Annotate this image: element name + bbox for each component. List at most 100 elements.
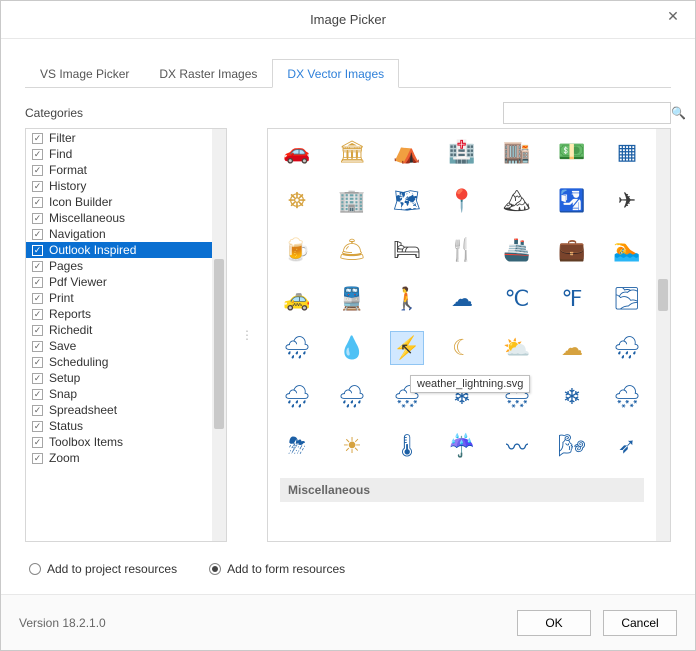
checkbox-icon[interactable]: ✓	[32, 261, 43, 272]
category-item[interactable]: ✓Filter	[26, 130, 212, 146]
checkbox-icon[interactable]: ✓	[32, 357, 43, 368]
tab-0[interactable]: VS Image Picker	[25, 59, 144, 87]
category-item[interactable]: ✓Outlook Inspired	[26, 242, 212, 258]
store-icon[interactable]: 🏬	[500, 135, 534, 169]
partly-cloud-night-icon[interactable]: ☁	[555, 331, 589, 365]
checkbox-icon[interactable]: ✓	[32, 453, 43, 464]
checkbox-icon[interactable]: ✓	[32, 197, 43, 208]
waves-icon[interactable]: 〰	[500, 429, 534, 463]
ship-icon[interactable]: 🚢	[500, 233, 534, 267]
plane-icon[interactable]: ✈	[610, 184, 644, 218]
rain-heavy-icon[interactable]: 🌧	[610, 331, 644, 365]
dish-icon[interactable]: 🛎	[335, 233, 369, 267]
snow3-icon[interactable]: ❄	[555, 380, 589, 414]
beer-icon[interactable]: 🍺	[280, 233, 314, 267]
mountain-icon[interactable]: 🏔	[500, 184, 534, 218]
checkbox-icon[interactable]: ✓	[32, 405, 43, 416]
category-item[interactable]: ✓Reports	[26, 306, 212, 322]
radio-add-form[interactable]: Add to form resources	[209, 562, 345, 576]
checkbox-icon[interactable]: ✓	[32, 149, 43, 160]
checkbox-icon[interactable]: ✓	[32, 213, 43, 224]
reserved-icon[interactable]: ▦	[610, 135, 644, 169]
tent-icon[interactable]: ⛺	[390, 135, 424, 169]
checkbox-icon[interactable]: ✓	[32, 309, 43, 320]
checkbox-icon[interactable]: ✓	[32, 373, 43, 384]
map-icon[interactable]: 🗺	[390, 184, 424, 218]
category-item[interactable]: ✓Find	[26, 146, 212, 162]
category-item[interactable]: ✓Icon Builder	[26, 194, 212, 210]
category-item[interactable]: ✓Snap	[26, 386, 212, 402]
pin-icon[interactable]: 📍	[445, 184, 479, 218]
checkbox-icon[interactable]: ✓	[32, 181, 43, 192]
column-icon[interactable]: 🏛	[335, 135, 369, 169]
category-item[interactable]: ✓Navigation	[26, 226, 212, 242]
category-item[interactable]: ✓Pdf Viewer	[26, 274, 212, 290]
tab-1[interactable]: DX Raster Images	[144, 59, 272, 87]
sun-icon[interactable]: ☀	[335, 429, 369, 463]
briefcase-icon[interactable]: 💼	[555, 233, 589, 267]
snow4-icon[interactable]: 🌨	[610, 380, 644, 414]
drizzle-icon[interactable]: 🌧	[280, 380, 314, 414]
drop-icon[interactable]: 💧	[335, 331, 369, 365]
swim-icon[interactable]: 🏊	[610, 233, 644, 267]
wind-icon[interactable]: 🌬	[555, 429, 589, 463]
checkbox-icon[interactable]: ✓	[32, 133, 43, 144]
tab-2[interactable]: DX Vector Images	[272, 59, 399, 88]
storm-icon[interactable]: ⛈	[280, 429, 314, 463]
search-box[interactable]: 🔍	[503, 102, 671, 124]
category-item[interactable]: ✓Miscellaneous	[26, 210, 212, 226]
fahrenheit-icon[interactable]: ℉	[555, 282, 589, 316]
cutlery-icon[interactable]: 🍴	[445, 233, 479, 267]
icon-scrollbar[interactable]	[656, 129, 670, 541]
splitter[interactable]: ⋮	[243, 128, 251, 542]
hospital-icon[interactable]: 🏥	[445, 135, 479, 169]
icon-scroll-thumb[interactable]	[658, 279, 668, 311]
category-item[interactable]: ✓Format	[26, 162, 212, 178]
car-icon[interactable]: 🚗	[280, 135, 314, 169]
money-icon[interactable]: 💵	[555, 135, 589, 169]
checkbox-icon[interactable]: ✓	[32, 389, 43, 400]
category-item[interactable]: ✓Save	[26, 338, 212, 354]
checkbox-icon[interactable]: ✓	[32, 341, 43, 352]
showers-icon[interactable]: 🌧	[335, 380, 369, 414]
cancel-button[interactable]: Cancel	[603, 610, 677, 636]
category-item[interactable]: ✓Setup	[26, 370, 212, 386]
moon-icon[interactable]: ☾	[445, 331, 479, 365]
category-item[interactable]: ✓Print	[26, 290, 212, 306]
radio-button-project[interactable]	[29, 563, 41, 575]
category-item[interactable]: ✓Toolbox Items	[26, 434, 212, 450]
checkbox-icon[interactable]: ✓	[32, 245, 43, 256]
radio-add-project[interactable]: Add to project resources	[29, 562, 177, 576]
category-item[interactable]: ✓Richedit	[26, 322, 212, 338]
category-item[interactable]: ✓Scheduling	[26, 354, 212, 370]
category-item[interactable]: ✓Pages	[26, 258, 212, 274]
ship-wheel-icon[interactable]: ☸	[280, 184, 314, 218]
taxi-icon[interactable]: 🚕	[280, 282, 314, 316]
celsius-icon[interactable]: ℃	[500, 282, 534, 316]
bed-icon[interactable]: 🛏	[390, 233, 424, 267]
icon-grid[interactable]: 🚗🏛⛺🏥🏬💵▦☸🏢🗺📍🏔🛂✈🍺🛎🛏🍴🚢💼🏊🚕🚆🚶☁℃℉🌫🌧💧⚡☾⛅☁🌧🌧🌧🌨❄🌨…	[268, 129, 656, 541]
radio-button-form[interactable]	[209, 563, 221, 575]
categories-list[interactable]: ✓Filter✓Find✓Format✓History✓Icon Builder…	[26, 129, 212, 541]
checkbox-icon[interactable]: ✓	[32, 165, 43, 176]
train-icon[interactable]: 🚆	[335, 282, 369, 316]
ok-button[interactable]: OK	[517, 610, 591, 636]
category-item[interactable]: ✓Zoom	[26, 450, 212, 466]
checkbox-icon[interactable]: ✓	[32, 325, 43, 336]
close-icon[interactable]: ✕	[663, 8, 683, 25]
fog-icon[interactable]: 🌫	[610, 282, 644, 316]
hail-icon[interactable]: 🌧	[280, 331, 314, 365]
checkbox-icon[interactable]: ✓	[32, 229, 43, 240]
partly-cloud-icon[interactable]: ⛅	[500, 331, 534, 365]
thermometer-icon[interactable]: 🌡	[390, 429, 424, 463]
checkbox-icon[interactable]: ✓	[32, 277, 43, 288]
category-item[interactable]: ✓Status	[26, 418, 212, 434]
passport-icon[interactable]: 🛂	[555, 184, 589, 218]
categories-scroll-thumb[interactable]	[214, 259, 224, 429]
umbrella-icon[interactable]: ☔	[445, 429, 479, 463]
search-icon[interactable]: 🔍	[671, 106, 686, 120]
categories-scrollbar[interactable]	[212, 129, 226, 541]
lightning-icon[interactable]: ⚡	[390, 331, 424, 365]
category-item[interactable]: ✓History	[26, 178, 212, 194]
office-icon[interactable]: 🏢	[335, 184, 369, 218]
